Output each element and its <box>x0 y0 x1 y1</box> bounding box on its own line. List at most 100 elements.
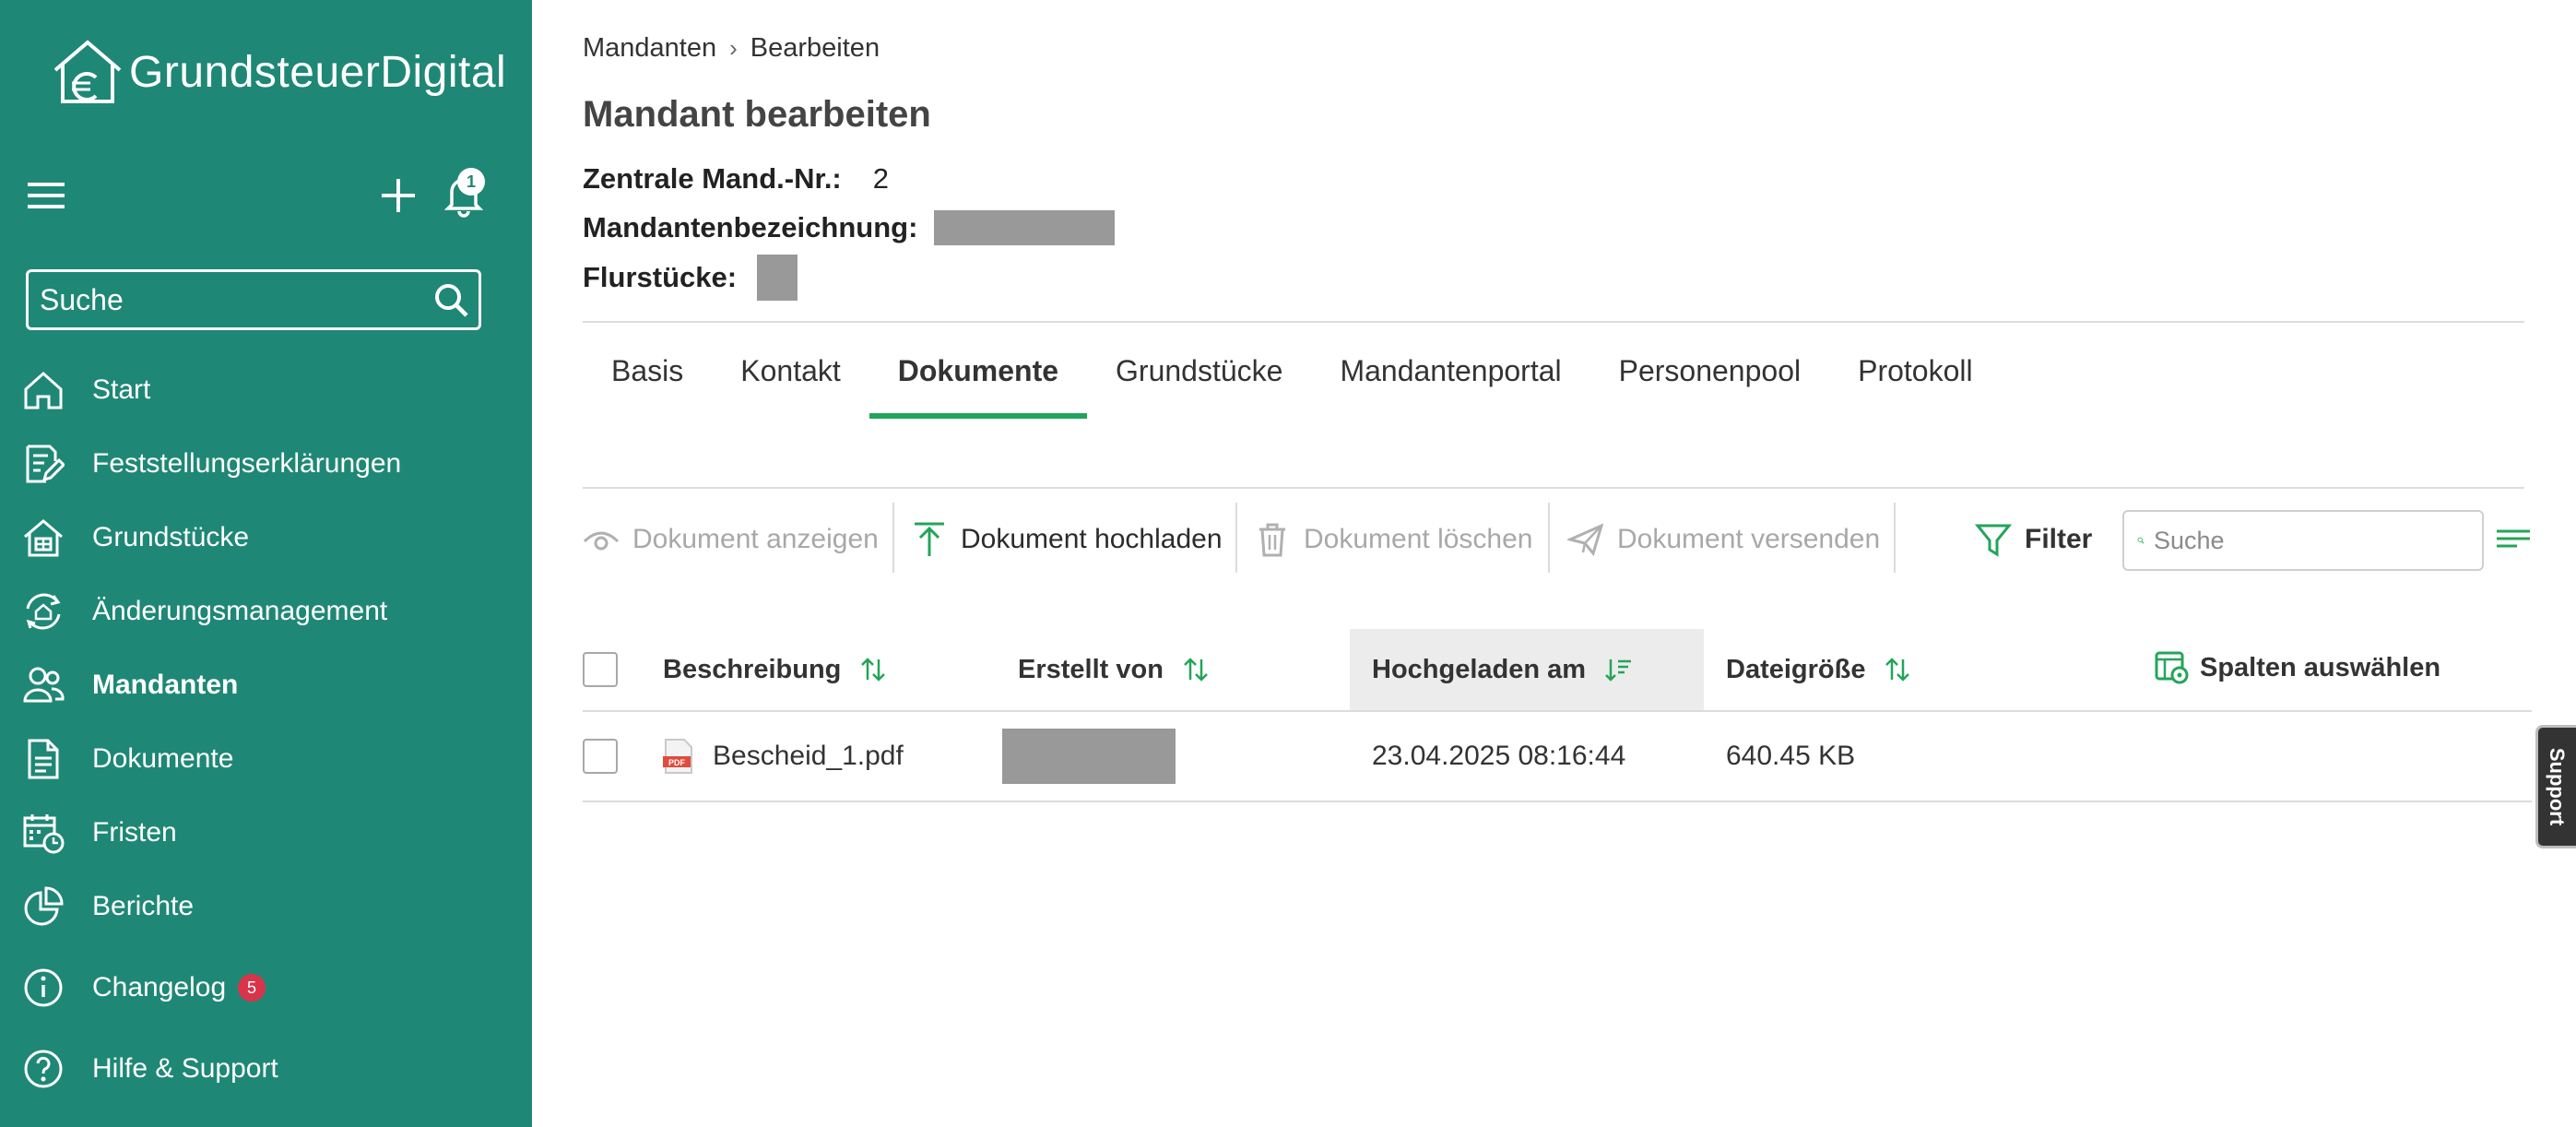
home-icon <box>24 371 63 409</box>
sidebar-item-label: Feststellungserklärungen <box>92 448 402 479</box>
choose-columns-button[interactable]: Spalten auswählen <box>2154 627 2440 708</box>
sidebar-item-label: Berichte <box>92 891 195 921</box>
tab-personenpool[interactable]: Personenpool <box>1590 323 1829 419</box>
search-icon[interactable] <box>432 281 469 318</box>
edit-document-icon <box>26 445 65 483</box>
tab-basis[interactable]: Basis <box>583 323 712 419</box>
column-header-beschreibung[interactable]: Beschreibung <box>663 629 887 710</box>
sidebar-item-label: Änderungsmanagement <box>92 596 388 626</box>
sidebar-item-aenderungsmanagement[interactable]: Änderungsmanagement <box>0 579 532 644</box>
column-label: Beschreibung <box>663 654 842 684</box>
sidebar-item-label: Fristen <box>92 817 177 848</box>
column-header-dateigroesse[interactable]: Dateigröße <box>1726 629 1911 710</box>
choose-columns-label: Spalten auswählen <box>2200 652 2441 682</box>
flurstuecke-label: Flurstücke: <box>583 261 738 293</box>
logo[interactable]: GrundsteuerDigital <box>50 37 506 107</box>
breadcrumb-bearbeiten: Bearbeiten <box>750 33 880 63</box>
sidebar-item-changelog[interactable]: Changelog 5 <box>0 955 532 1020</box>
file-name[interactable]: Bescheid_1.pdf <box>713 741 904 772</box>
view-document-label: Dokument anzeigen <box>632 524 879 554</box>
divider <box>583 487 2524 489</box>
filter-label: Filter <box>2025 524 2093 554</box>
cell-dateigroesse: 640.45 KB <box>1726 741 1856 771</box>
pdf-file-icon: PDF <box>663 739 692 774</box>
column-header-hochgeladen-am[interactable]: Hochgeladen am <box>1350 629 1704 710</box>
mand-nr-label: Zentrale Mand.-Nr.: <box>583 162 842 195</box>
sidebar-item-label: Changelog <box>92 972 227 1002</box>
plus-icon[interactable] <box>378 175 419 216</box>
document-search <box>2122 510 2484 571</box>
trash-icon <box>1259 523 1285 557</box>
column-header-erstellt-von[interactable]: Erstellt von <box>1018 629 1210 710</box>
clients-icon <box>23 667 65 703</box>
sidebar-item-grundstuecke[interactable]: Grundstücke <box>0 505 532 570</box>
pie-chart-icon <box>24 886 64 926</box>
mand-nr-row: Zentrale Mand.-Nr.: 2 <box>583 162 889 196</box>
support-label: Support <box>2546 747 2570 826</box>
svg-text:PDF: PDF <box>668 758 686 767</box>
row-select-cell <box>583 712 618 801</box>
redacted-flurstuecke <box>757 255 798 301</box>
sidebar-item-dokumente[interactable]: Dokumente <box>0 727 532 791</box>
tab-dokumente[interactable]: Dokumente <box>869 323 1088 419</box>
tab-grundstuecke[interactable]: Grundstücke <box>1087 323 1311 419</box>
sidebar-item-mandanten[interactable]: Mandanten <box>0 653 532 718</box>
logo-text: GrundsteuerDigital <box>129 47 507 97</box>
view-document-button[interactable]: Dokument anzeigen <box>583 503 879 576</box>
sidebar-item-start[interactable]: Start <box>0 358 532 422</box>
select-all-checkbox[interactable] <box>583 652 618 687</box>
bezeichnung-label: Mandantenbezeichnung: <box>583 211 918 243</box>
tab-mandantenportal[interactable]: Mandantenportal <box>1311 323 1589 419</box>
row-checkbox[interactable] <box>583 739 618 774</box>
column-label: Erstellt von <box>1018 654 1164 684</box>
help-icon <box>24 1050 63 1088</box>
list-view-icon[interactable] <box>2495 522 2532 559</box>
chevron-right-icon: › <box>729 34 738 62</box>
filter-button[interactable]: Filter <box>1975 503 2092 576</box>
send-document-button[interactable]: Dokument versenden <box>1567 503 1880 576</box>
delete-document-button[interactable]: Dokument löschen <box>1254 503 1532 576</box>
support-tab[interactable]: Support <box>2535 725 2576 848</box>
breadcrumb-mandanten[interactable]: Mandanten <box>583 33 716 64</box>
search-icon[interactable] <box>2137 522 2145 559</box>
sidebar-item-fristen[interactable]: Fristen <box>0 801 532 865</box>
cell-hochgeladen-am: 23.04.2025 08:16:44 <box>1372 741 1626 771</box>
hamburger-menu-icon[interactable] <box>26 177 66 214</box>
calendar-clock-icon <box>23 814 65 854</box>
column-label: Dateigröße <box>1726 654 1866 684</box>
sidebar-search <box>26 269 481 330</box>
sidebar-item-feststellungserklaerungen[interactable]: Feststellungserklärungen <box>0 432 532 496</box>
filter-funnel-icon <box>1975 524 2012 557</box>
mand-nr-value: 2 <box>872 162 890 195</box>
table-header: Beschreibung Erstellt von Hochgeladen am… <box>583 629 2532 712</box>
redacted-bezeichnung <box>934 210 1116 245</box>
tab-protokoll[interactable]: Protokoll <box>1829 323 2002 419</box>
column-label: Hochgeladen am <box>1372 654 1587 684</box>
upload-arrow-icon <box>915 522 944 556</box>
sidebar-item-label: Grundstücke <box>92 522 250 552</box>
redacted-creator <box>1002 729 1176 784</box>
sidebar-item-hilfe-support[interactable]: Hilfe & Support <box>0 1037 532 1101</box>
sort-icon <box>1184 658 1208 682</box>
breadcrumb: Mandanten › Bearbeiten <box>583 33 880 64</box>
document-search-input[interactable] <box>2152 525 2482 556</box>
toolbar-separator <box>892 503 894 573</box>
toolbar-separator <box>1548 503 1550 573</box>
sidebar-item-berichte[interactable]: Berichte <box>0 874 532 939</box>
upload-document-button[interactable]: Dokument hochladen <box>911 503 1223 576</box>
tab-kontakt[interactable]: Kontakt <box>712 323 869 419</box>
sidebar-item-label: Start <box>92 374 151 405</box>
paper-plane-icon <box>1567 523 1604 557</box>
sidebar-item-label: Mandanten <box>92 670 239 700</box>
delete-document-label: Dokument löschen <box>1304 524 1533 554</box>
notification-badge: 1 <box>457 168 485 196</box>
cell-beschreibung: PDF Bescheid_1.pdf <box>663 712 904 801</box>
flurstuecke-row: Flurstücke: <box>583 255 798 301</box>
sidebar-search-input[interactable] <box>29 281 432 318</box>
property-icon <box>24 519 63 557</box>
sidebar-item-label: Hilfe & Support <box>92 1053 278 1084</box>
changelog-badge: 5 <box>238 974 266 1002</box>
select-all-cell <box>583 629 638 710</box>
table-row[interactable]: PDF Bescheid_1.pdf 23.04.2025 08:16:44 6… <box>583 712 2532 802</box>
document-icon <box>28 739 59 779</box>
